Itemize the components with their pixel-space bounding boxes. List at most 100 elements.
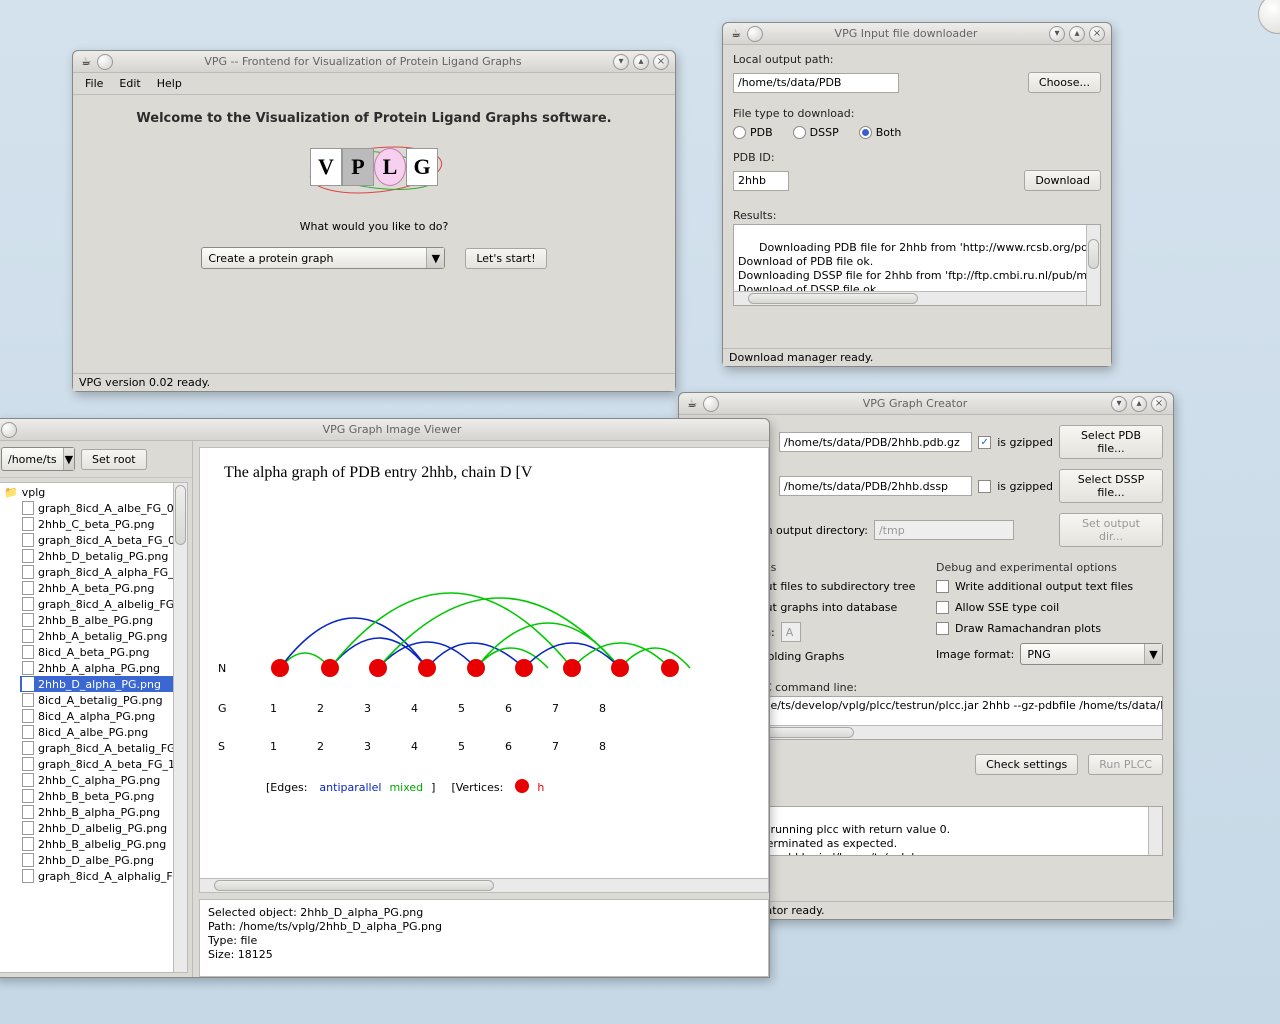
close-icon[interactable]: ×: [1151, 396, 1167, 412]
set-root-button[interactable]: Set root: [81, 449, 147, 470]
file-icon: [22, 661, 34, 675]
action-select[interactable]: Create a protein graph ▼: [201, 247, 445, 269]
maximize-icon[interactable]: ▴: [633, 54, 649, 70]
main-window: ☕ VPG -- Frontend for Visualization of P…: [72, 50, 676, 392]
scrollbar-horizontal[interactable]: [200, 878, 768, 892]
viewer-titlebar[interactable]: VPG Graph Image Viewer: [0, 419, 769, 441]
local-output-label: Local output path:: [733, 53, 1101, 66]
close-icon[interactable]: ×: [1089, 26, 1105, 42]
file-item[interactable]: 2hhb_A_alpha_PG.png: [20, 660, 185, 676]
scrollbar-horizontal[interactable]: [734, 291, 1086, 305]
file-item[interactable]: 2hhb_B_albe_PG.png: [20, 612, 185, 628]
tree-folder[interactable]: 📁 vplg: [2, 485, 185, 500]
file-item[interactable]: 2hhb_B_albelig_PG.png: [20, 836, 185, 852]
close-icon[interactable]: [1, 422, 17, 438]
file-item[interactable]: 2hhb_D_albe_PG.png: [20, 852, 185, 868]
maximize-icon[interactable]: ▴: [1069, 26, 1085, 42]
pdb-id-input[interactable]: [733, 171, 789, 191]
file-item[interactable]: graph_8icd_A_beta_FG_0: [20, 532, 185, 548]
select-dssp-button[interactable]: Select DSSP file...: [1059, 469, 1163, 503]
downloader-titlebar[interactable]: ☕ VPG Input file downloader ▾ ▴ ×: [723, 23, 1111, 45]
gzipped-pdb-checkbox[interactable]: [978, 436, 991, 449]
minimize-icon[interactable]: ▾: [1049, 26, 1065, 42]
file-item[interactable]: graph_8icd_A_albelig_FG: [20, 596, 185, 612]
select-pdb-button[interactable]: Select PDB file...: [1059, 425, 1163, 459]
output-dir-field: [874, 520, 1014, 540]
desktop-orb: [1258, 0, 1280, 34]
scrollbar-vertical[interactable]: [1148, 807, 1162, 855]
close-icon[interactable]: [747, 26, 763, 42]
radio-both[interactable]: Both: [859, 126, 902, 139]
file-icon: [22, 757, 34, 771]
file-item[interactable]: 2hhb_C_alpha_PG.png: [20, 772, 185, 788]
menu-help[interactable]: Help: [151, 75, 188, 92]
file-item[interactable]: 2hhb_D_betalig_PG.png: [20, 548, 185, 564]
download-button[interactable]: Download: [1024, 170, 1101, 191]
file-item[interactable]: 2hhb_A_betalig_PG.png: [20, 628, 185, 644]
java-icon: ☕: [79, 55, 93, 69]
main-titlebar[interactable]: ☕ VPG -- Frontend for Visualization of P…: [73, 51, 675, 73]
file-tree[interactable]: 📁 vplg graph_8icd_A_albe_FG_02hhb_C_beta…: [0, 483, 187, 886]
radio-dssp[interactable]: DSSP: [793, 126, 839, 139]
input-pdb-field[interactable]: [779, 432, 972, 452]
local-output-input[interactable]: [733, 73, 899, 93]
file-item[interactable]: graph_8icd_A_alphalig_F: [20, 868, 185, 884]
radio-pdb[interactable]: PDB: [733, 126, 773, 139]
file-icon: [22, 725, 34, 739]
menu-edit[interactable]: Edit: [113, 75, 146, 92]
chevron-down-icon[interactable]: ▼: [63, 448, 74, 470]
file-item[interactable]: 8icd_A_albe_PG.png: [20, 724, 185, 740]
minimize-icon[interactable]: ▾: [1111, 396, 1127, 412]
file-icon: [22, 549, 34, 563]
file-item[interactable]: graph_8icd_A_betalig_FG: [20, 740, 185, 756]
lets-start-button[interactable]: Let's start!: [465, 248, 546, 269]
check-settings-button[interactable]: Check settings: [975, 754, 1078, 775]
menubar: File Edit Help: [73, 73, 675, 95]
maximize-icon[interactable]: ▴: [1131, 396, 1147, 412]
java-icon: ☕: [685, 397, 699, 411]
image-canvas[interactable]: The alpha graph of PDB entry 2hhb, chain…: [199, 447, 769, 893]
scrollbar-vertical[interactable]: [173, 483, 187, 972]
results-textarea[interactable]: Downloading PDB file for 2hhb from 'http…: [733, 224, 1101, 306]
chevron-down-icon[interactable]: ▼: [426, 248, 444, 268]
file-item[interactable]: 8icd_A_betalig_PG.png: [20, 692, 185, 708]
file-item[interactable]: graph_8icd_A_alpha_FG_: [20, 564, 185, 580]
file-icon: [22, 501, 34, 515]
file-item[interactable]: graph_8icd_A_beta_FG_1: [20, 756, 185, 772]
path-select[interactable]: /home/ts ▼: [1, 447, 75, 471]
input-dssp-field[interactable]: [779, 476, 972, 496]
file-item[interactable]: 2hhb_D_albelig_PG.png: [20, 820, 185, 836]
file-item[interactable]: 8icd_A_alpha_PG.png: [20, 708, 185, 724]
file-item[interactable]: 2hhb_B_beta_PG.png: [20, 788, 185, 804]
creator-titlebar[interactable]: ☕ VPG Graph Creator ▾ ▴ ×: [679, 393, 1173, 415]
file-icon: [22, 805, 34, 819]
file-item[interactable]: 2hhb_A_beta_PG.png: [20, 580, 185, 596]
image-format-select[interactable]: PNG ▼: [1020, 643, 1163, 665]
file-icon: [22, 821, 34, 835]
prompt-text: What would you like to do?: [73, 220, 675, 233]
minimize-icon[interactable]: ▾: [613, 54, 629, 70]
file-item[interactable]: 8icd_A_beta_PG.png: [20, 644, 185, 660]
chevron-down-icon[interactable]: ▼: [1144, 644, 1162, 664]
close-icon[interactable]: [703, 396, 719, 412]
opt-rama[interactable]: Draw Ramachandran plots: [936, 622, 1163, 635]
close-icon[interactable]: ×: [653, 54, 669, 70]
file-icon: [22, 837, 34, 851]
gzipped-dssp-checkbox[interactable]: [978, 480, 991, 493]
opt-addtxt[interactable]: Write additional output text files: [936, 580, 1163, 593]
downloader-window: ☕ VPG Input file downloader ▾ ▴ × Local …: [722, 22, 1112, 367]
file-icon: [22, 645, 34, 659]
menu-file[interactable]: File: [79, 75, 109, 92]
file-item[interactable]: graph_8icd_A_albe_FG_0: [20, 500, 185, 516]
scrollbar-vertical[interactable]: [1086, 225, 1100, 305]
vplg-logo: V P L G: [310, 148, 438, 186]
file-item[interactable]: 2hhb_D_alpha_PG.png: [20, 676, 185, 692]
run-plcc-button: Run PLCC: [1088, 754, 1163, 775]
file-item[interactable]: 2hhb_C_beta_PG.png: [20, 516, 185, 532]
file-item[interactable]: 2hhb_B_alpha_PG.png: [20, 804, 185, 820]
opt-coil[interactable]: Allow SSE type coil: [936, 601, 1163, 614]
folder-icon: 📁: [4, 486, 18, 499]
file-icon: [22, 517, 34, 531]
choose-button[interactable]: Choose...: [1028, 72, 1101, 93]
close-icon[interactable]: [97, 54, 113, 70]
